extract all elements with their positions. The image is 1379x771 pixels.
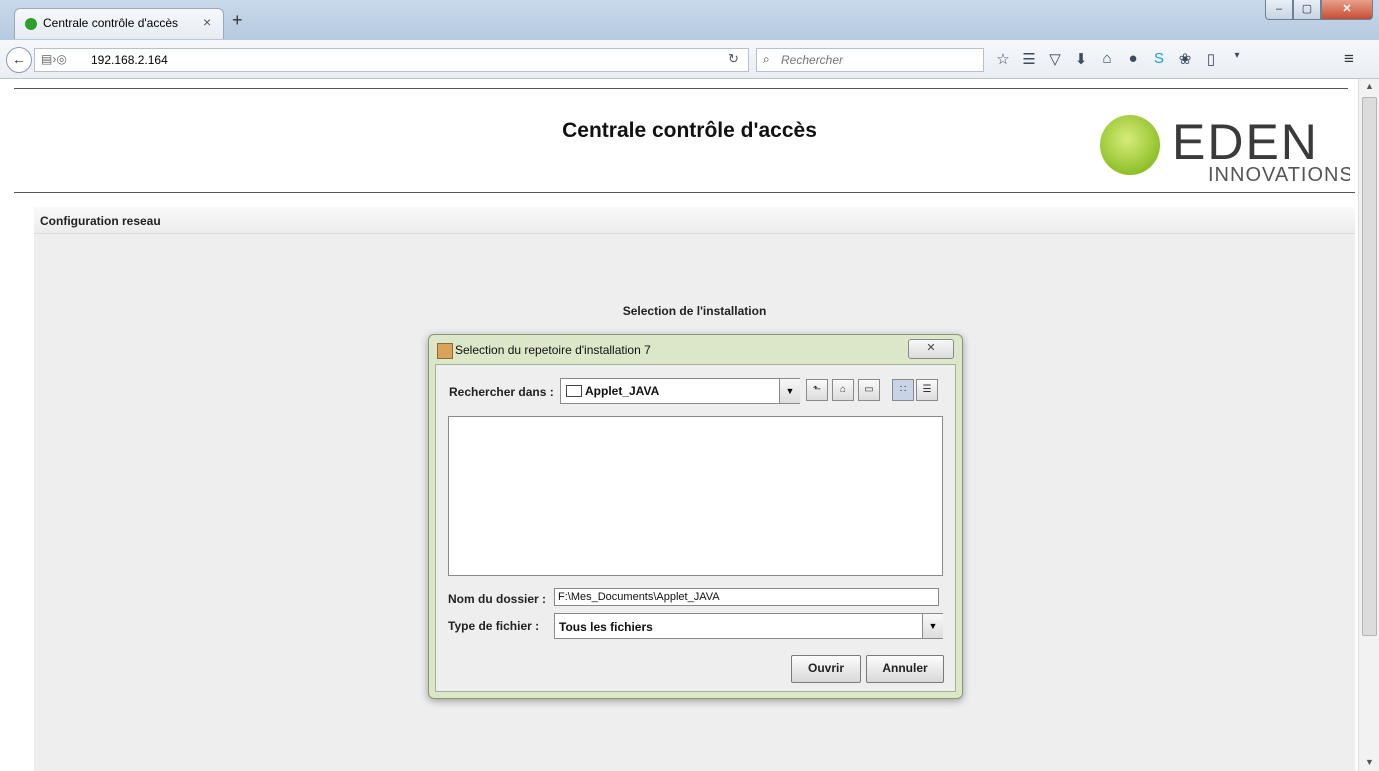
look-in-select[interactable]: Applet_JAVA ▼: [560, 378, 800, 404]
scrollbar-thumb[interactable]: [1362, 97, 1377, 636]
logo-text-brand: EDEN: [1172, 114, 1319, 170]
chevron-down-icon[interactable]: ▼: [779, 379, 800, 403]
search-input[interactable]: [781, 53, 976, 67]
tab-bar: Centrale contrôle d'accès × + ‒ ▢ ✕: [0, 0, 1379, 40]
section-title: Configuration reseau: [40, 214, 161, 228]
browser-tab[interactable]: Centrale contrôle d'accès ×: [14, 8, 224, 39]
new-tab-button[interactable]: +: [232, 10, 243, 31]
new-folder-button[interactable]: ▭: [858, 379, 880, 401]
file-type-label: Type de fichier :: [448, 619, 540, 633]
url-text: 192.168.2.164: [91, 53, 168, 67]
navigation-bar: ← ▤›◎ 192.168.2.164 ↻ ⌕ ☆ ☰ ▽ ⬇ ⌂ ● S ❀ …: [0, 40, 1379, 79]
extension-icon[interactable]: ❀: [1172, 50, 1198, 68]
header-divider: [14, 192, 1355, 193]
download-icon[interactable]: ⬇: [1068, 50, 1094, 68]
dialog-close-button[interactable]: ✕: [908, 339, 954, 359]
tab-title: Centrale contrôle d'accès: [43, 16, 179, 30]
home-icon[interactable]: ⌂: [1094, 50, 1120, 68]
file-type-select[interactable]: Tous les fichiers ▼: [554, 613, 943, 639]
top-divider: [14, 88, 1348, 89]
scroll-down-icon[interactable]: ▼: [1365, 757, 1374, 767]
pocket-icon[interactable]: ▽: [1042, 50, 1068, 68]
folder-icon: [566, 385, 582, 397]
up-folder-button[interactable]: ⬑: [806, 379, 828, 401]
java-applet-area: Selection de l'installation Selection du…: [34, 234, 1355, 771]
back-button[interactable]: ←: [6, 47, 32, 73]
minimize-button[interactable]: ‒: [1265, 0, 1293, 20]
menu-icon[interactable]: ≡: [1344, 49, 1354, 69]
url-bar[interactable]: ▤›◎ 192.168.2.164 ↻: [34, 48, 749, 72]
java-icon: [437, 343, 453, 359]
logo-text-tagline: INNOVATIONS: [1208, 164, 1350, 186]
file-chooser-dialog: Selection du repetoire d'installation 7 …: [428, 334, 963, 699]
reload-icon[interactable]: ↻: [728, 51, 739, 67]
maximize-button[interactable]: ▢: [1293, 0, 1321, 20]
details-view-button[interactable]: ☰: [916, 379, 938, 401]
search-icon: ⌕: [763, 52, 770, 66]
dialog-title: Selection du repetoire d'installation 7: [455, 343, 651, 357]
look-in-value: Applet_JAVA: [585, 384, 660, 398]
open-button[interactable]: Ouvrir: [791, 655, 861, 683]
applet-title: Selection de l'installation: [622, 304, 767, 318]
clipboard-icon[interactable]: ▯: [1198, 50, 1224, 68]
page-content: Centrale contrôle d'accès EDEN INNOVATIO…: [0, 79, 1355, 771]
tab-close-icon[interactable]: ×: [203, 14, 211, 30]
window-controls: ‒ ▢ ✕: [1265, 0, 1373, 20]
chevron-down-icon[interactable]: ▼: [922, 614, 943, 638]
skype-icon[interactable]: S: [1146, 50, 1172, 68]
section-header: Configuration reseau: [34, 207, 1355, 234]
dialog-body: Rechercher dans : Applet_JAVA ▼ ⬑ ⌂ ▭ ∷ …: [435, 364, 956, 692]
scroll-up-icon[interactable]: ▲: [1365, 81, 1374, 91]
cancel-button[interactable]: Annuler: [866, 655, 944, 683]
star-icon[interactable]: ☆: [990, 50, 1016, 68]
dropdown-icon[interactable]: ▾: [1224, 50, 1250, 68]
file-list[interactable]: [448, 416, 943, 576]
folder-name-label: Nom du dossier :: [448, 592, 547, 606]
toolbar-icons: ☆ ☰ ▽ ⬇ ⌂ ● S ❀ ▯ ▾: [990, 50, 1250, 68]
file-type-value: Tous les fichiers: [559, 620, 653, 634]
close-window-button[interactable]: ✕: [1321, 0, 1373, 20]
search-bar[interactable]: ⌕: [756, 48, 984, 72]
reading-list-icon[interactable]: ☰: [1016, 50, 1042, 68]
home-folder-button[interactable]: ⌂: [832, 379, 854, 401]
folder-name-input[interactable]: [554, 588, 939, 606]
favicon-icon: [25, 18, 37, 30]
chat-icon[interactable]: ●: [1120, 50, 1146, 68]
look-in-label: Rechercher dans :: [449, 385, 554, 399]
vertical-scrollbar[interactable]: ▲ ▼: [1358, 79, 1379, 771]
list-view-button[interactable]: ∷: [892, 379, 914, 401]
site-identity-icon[interactable]: ▤›◎: [41, 52, 67, 66]
eden-logo: EDEN INNOVATIONS: [1100, 114, 1350, 186]
